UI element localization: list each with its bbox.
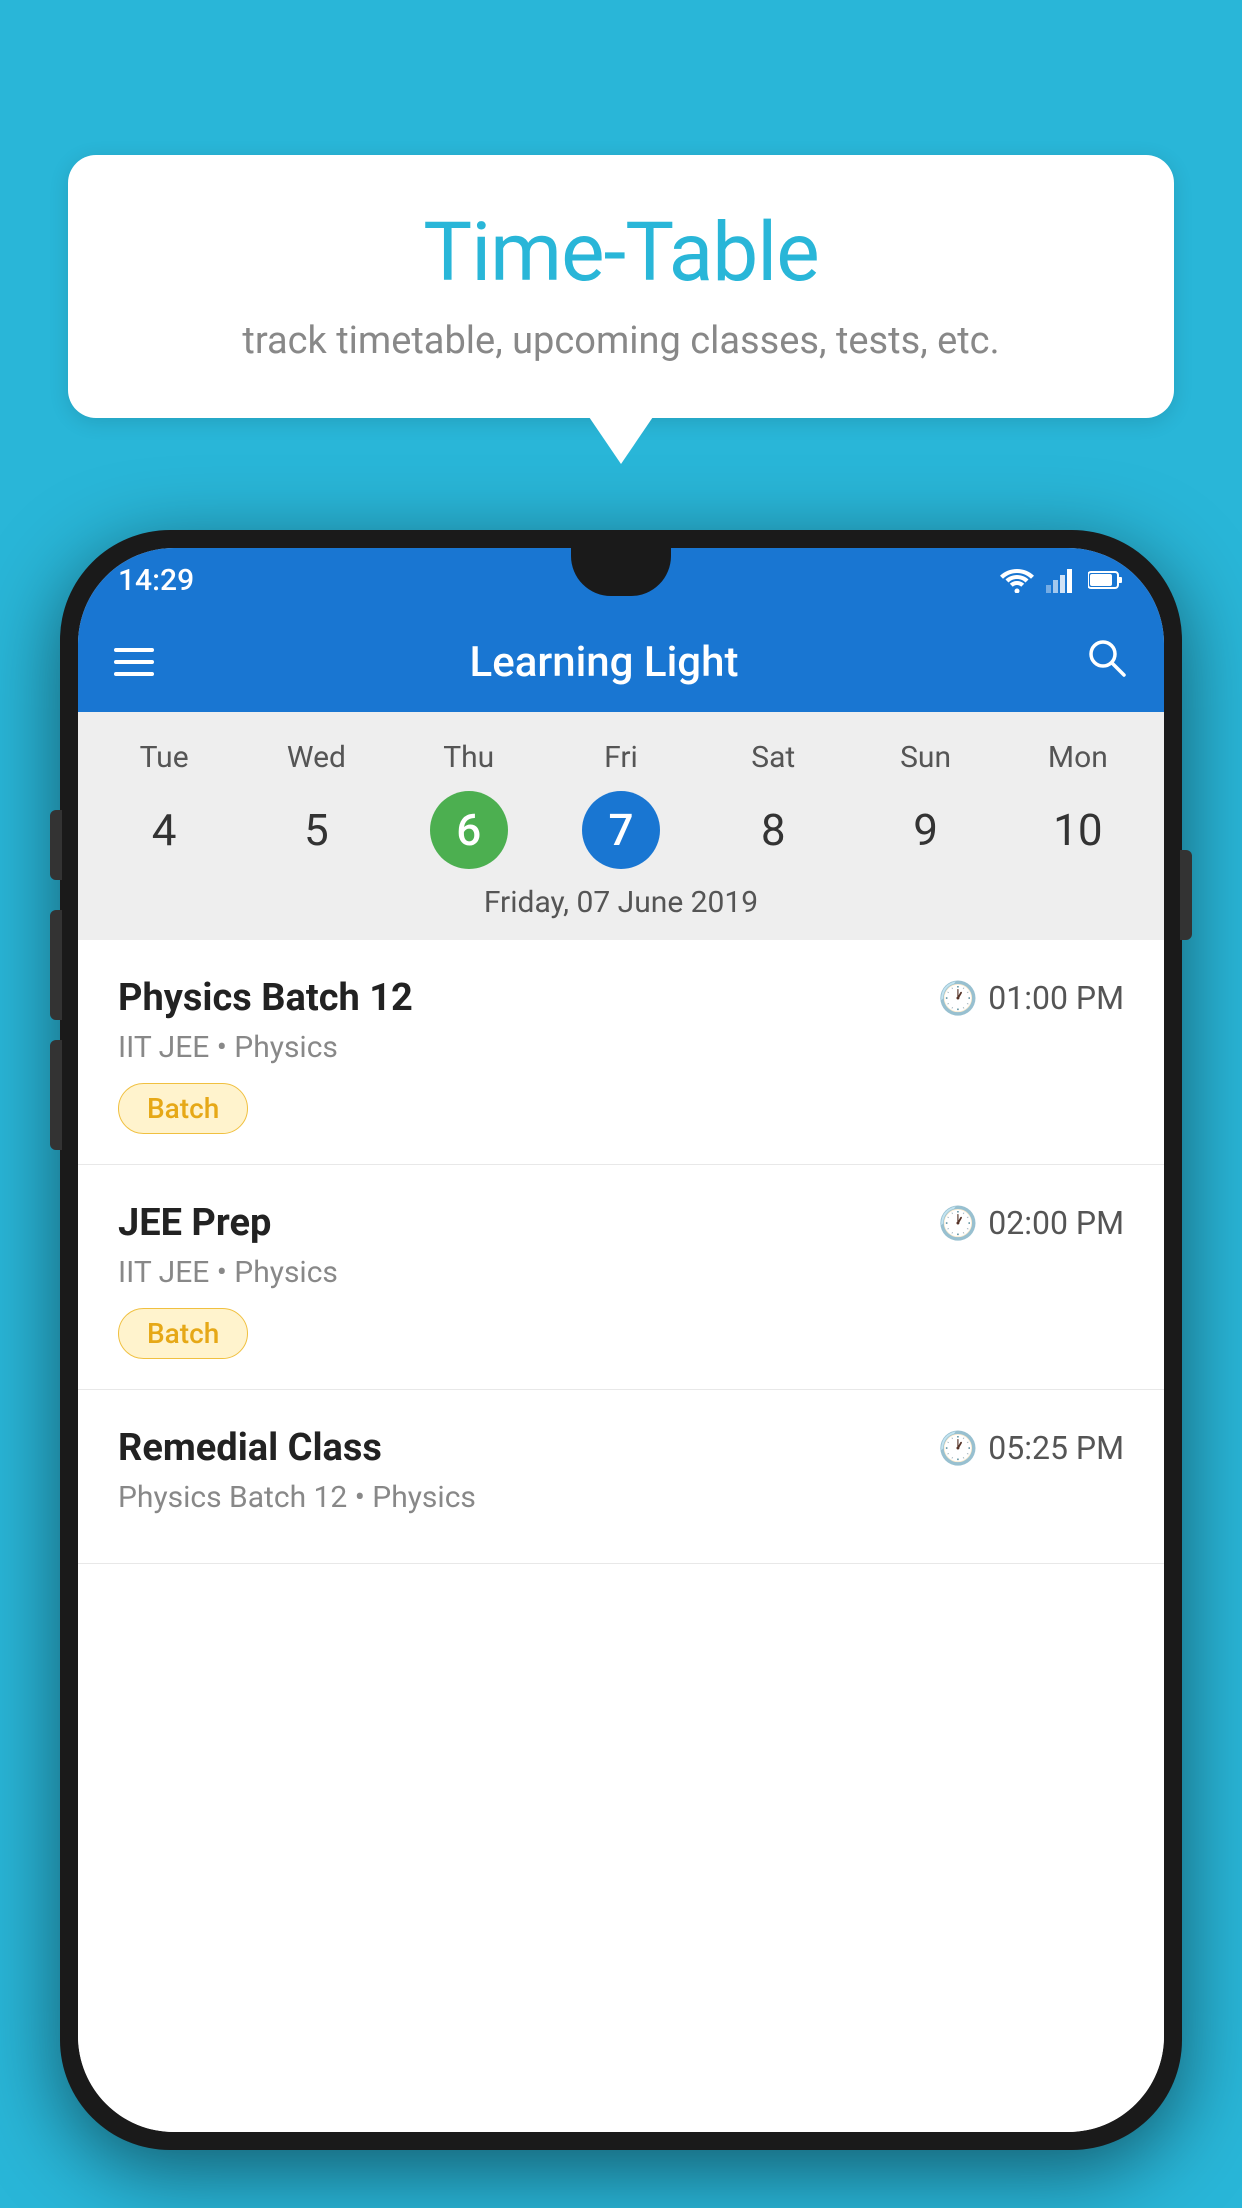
volume-down-button [50,1040,62,1150]
day-header-sat: Sat [697,732,849,783]
day-header-sun: Sun [849,732,1001,783]
signal-icon [1046,567,1076,593]
day-9[interactable]: 9 [849,791,1001,869]
schedule-time-value-2: 02:00 PM [988,1204,1124,1242]
app-title: Learning Light [184,638,1024,687]
schedule-meta-2: IIT JEE • Physics [118,1255,1124,1290]
schedule-item-1[interactable]: Physics Batch 12 🕐 01:00 PM IIT JEE • Ph… [78,940,1164,1165]
bubble-subtitle: track timetable, upcoming classes, tests… [128,319,1114,363]
selected-date: Friday, 07 June 2019 [78,869,1164,940]
power-button [1180,850,1192,940]
batch-badge-2: Batch [118,1308,248,1359]
day-8[interactable]: 8 [697,791,849,869]
clock-icon-1: 🕐 [938,979,978,1017]
schedule-time-value-1: 01:00 PM [988,979,1124,1017]
schedule-meta-1: IIT JEE • Physics [118,1030,1124,1065]
schedule-time-1: 🕐 01:00 PM [938,979,1124,1017]
day-header-mon: Mon [1002,732,1154,783]
volume-up-button [50,910,62,1020]
status-bar: 14:29 [78,548,1164,612]
calendar-strip: Tue Wed Thu Fri Sat Sun Mon 4 5 6 7 8 [78,712,1164,940]
clock-icon-2: 🕐 [938,1204,978,1242]
schedule-time-2: 🕐 02:00 PM [938,1204,1124,1242]
schedule-item-2[interactable]: JEE Prep 🕐 02:00 PM IIT JEE • Physics Ba… [78,1165,1164,1390]
schedule-list: Physics Batch 12 🕐 01:00 PM IIT JEE • Ph… [78,940,1164,2132]
phone-outer: 14:29 [60,530,1182,2150]
day-7[interactable]: 7 [582,791,660,869]
phone-screen: 14:29 [78,548,1164,2132]
status-time: 14:29 [118,563,194,598]
schedule-time-value-3: 05:25 PM [988,1429,1124,1467]
battery-icon [1088,570,1124,590]
wifi-icon [1000,567,1034,593]
batch-badge-1: Batch [118,1083,248,1134]
schedule-item-3[interactable]: Remedial Class 🕐 05:25 PM Physics Batch … [78,1390,1164,1564]
mute-button [50,810,62,880]
notch [571,548,671,596]
speech-bubble: Time-Table track timetable, upcoming cla… [68,155,1174,418]
day-5[interactable]: 5 [240,791,392,869]
day-header-wed: Wed [240,732,392,783]
day-10[interactable]: 10 [1002,791,1154,869]
day-header-fri: Fri [545,732,697,783]
clock-icon-3: 🕐 [938,1429,978,1467]
status-icons [1000,567,1124,593]
schedule-name-1: Physics Batch 12 [118,976,413,1020]
schedule-name-3: Remedial Class [118,1426,382,1470]
day-headers: Tue Wed Thu Fri Sat Sun Mon [78,732,1164,783]
schedule-meta-3: Physics Batch 12 • Physics [118,1480,1124,1515]
day-6[interactable]: 6 [430,791,508,869]
day-numbers: 4 5 6 7 8 9 10 [78,791,1164,869]
app-bar: Learning Light [78,612,1164,712]
phone-container: 14:29 [60,530,1182,2208]
bubble-title: Time-Table [128,205,1114,301]
schedule-name-2: JEE Prep [118,1201,271,1245]
day-header-thu: Thu [393,732,545,783]
day-header-tue: Tue [88,732,240,783]
search-button[interactable] [1084,635,1128,690]
day-4[interactable]: 4 [88,791,240,869]
schedule-time-3: 🕐 05:25 PM [938,1429,1124,1467]
menu-button[interactable] [114,648,154,676]
